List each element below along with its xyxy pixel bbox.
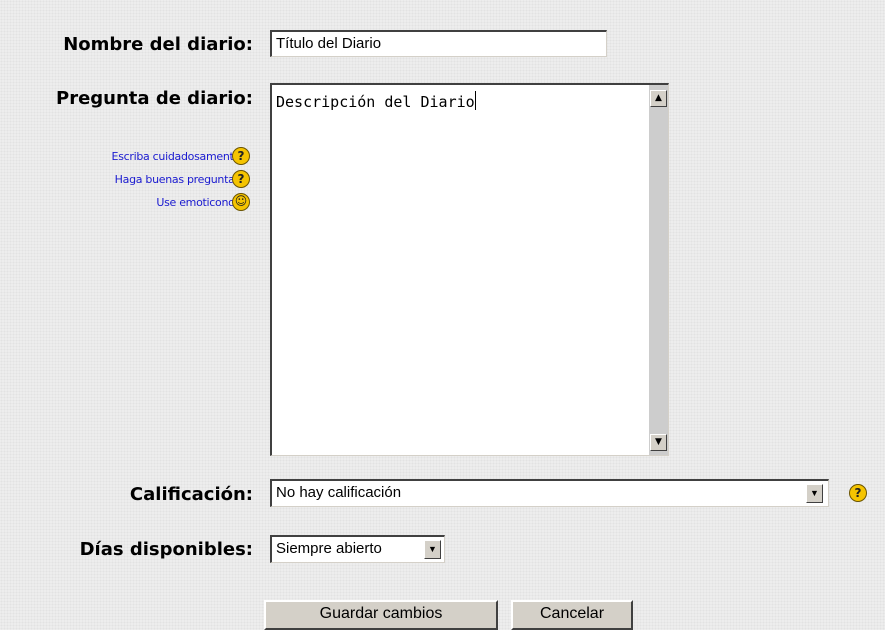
dropdown-arrow-icon[interactable]: ▼ <box>424 540 441 559</box>
days-available-selected-value: Siempre abierto <box>276 540 382 557</box>
journal-question-label: Pregunta de diario: <box>56 88 253 109</box>
grading-selected-value: No hay calificación <box>276 484 402 501</box>
scroll-down-arrow-icon[interactable]: ▼ <box>650 434 667 451</box>
days-available-label: Días disponibles: <box>79 539 253 560</box>
textarea-scrollbar[interactable]: ▲ ▼ <box>649 85 668 455</box>
smiley-icon[interactable]: ☺ <box>232 193 250 211</box>
grading-label: Calificación: <box>129 484 253 505</box>
help-link-good-questions[interactable]: Haga buenas preguntas <box>115 173 241 186</box>
help-icon[interactable]: ? <box>849 484 867 502</box>
help-link-write-carefully[interactable]: Escriba cuidadosamente <box>112 150 241 163</box>
days-available-select[interactable]: Siempre abierto ▼ <box>270 535 445 563</box>
journal-question-textarea[interactable]: Descripción del Diario ▲ ▼ <box>270 83 669 456</box>
journal-question-text: Descripción del Diario <box>276 93 475 111</box>
journal-name-input[interactable]: Título del Diario <box>270 30 607 57</box>
journal-question-text-wrapper: Descripción del Diario <box>276 91 476 111</box>
help-icon[interactable]: ? <box>232 147 250 165</box>
cancel-button[interactable]: Cancelar <box>511 600 633 630</box>
help-icon[interactable]: ? <box>232 170 250 188</box>
scroll-up-arrow-icon[interactable]: ▲ <box>650 90 667 107</box>
help-link-use-emoticons[interactable]: Use emoticonos <box>156 196 240 209</box>
text-caret <box>474 91 476 110</box>
dropdown-arrow-icon[interactable]: ▼ <box>806 484 823 503</box>
journal-name-label: Nombre del diario: <box>63 34 253 55</box>
save-changes-button[interactable]: Guardar cambios <box>264 600 498 630</box>
grading-select[interactable]: No hay calificación ▼ <box>270 479 829 507</box>
